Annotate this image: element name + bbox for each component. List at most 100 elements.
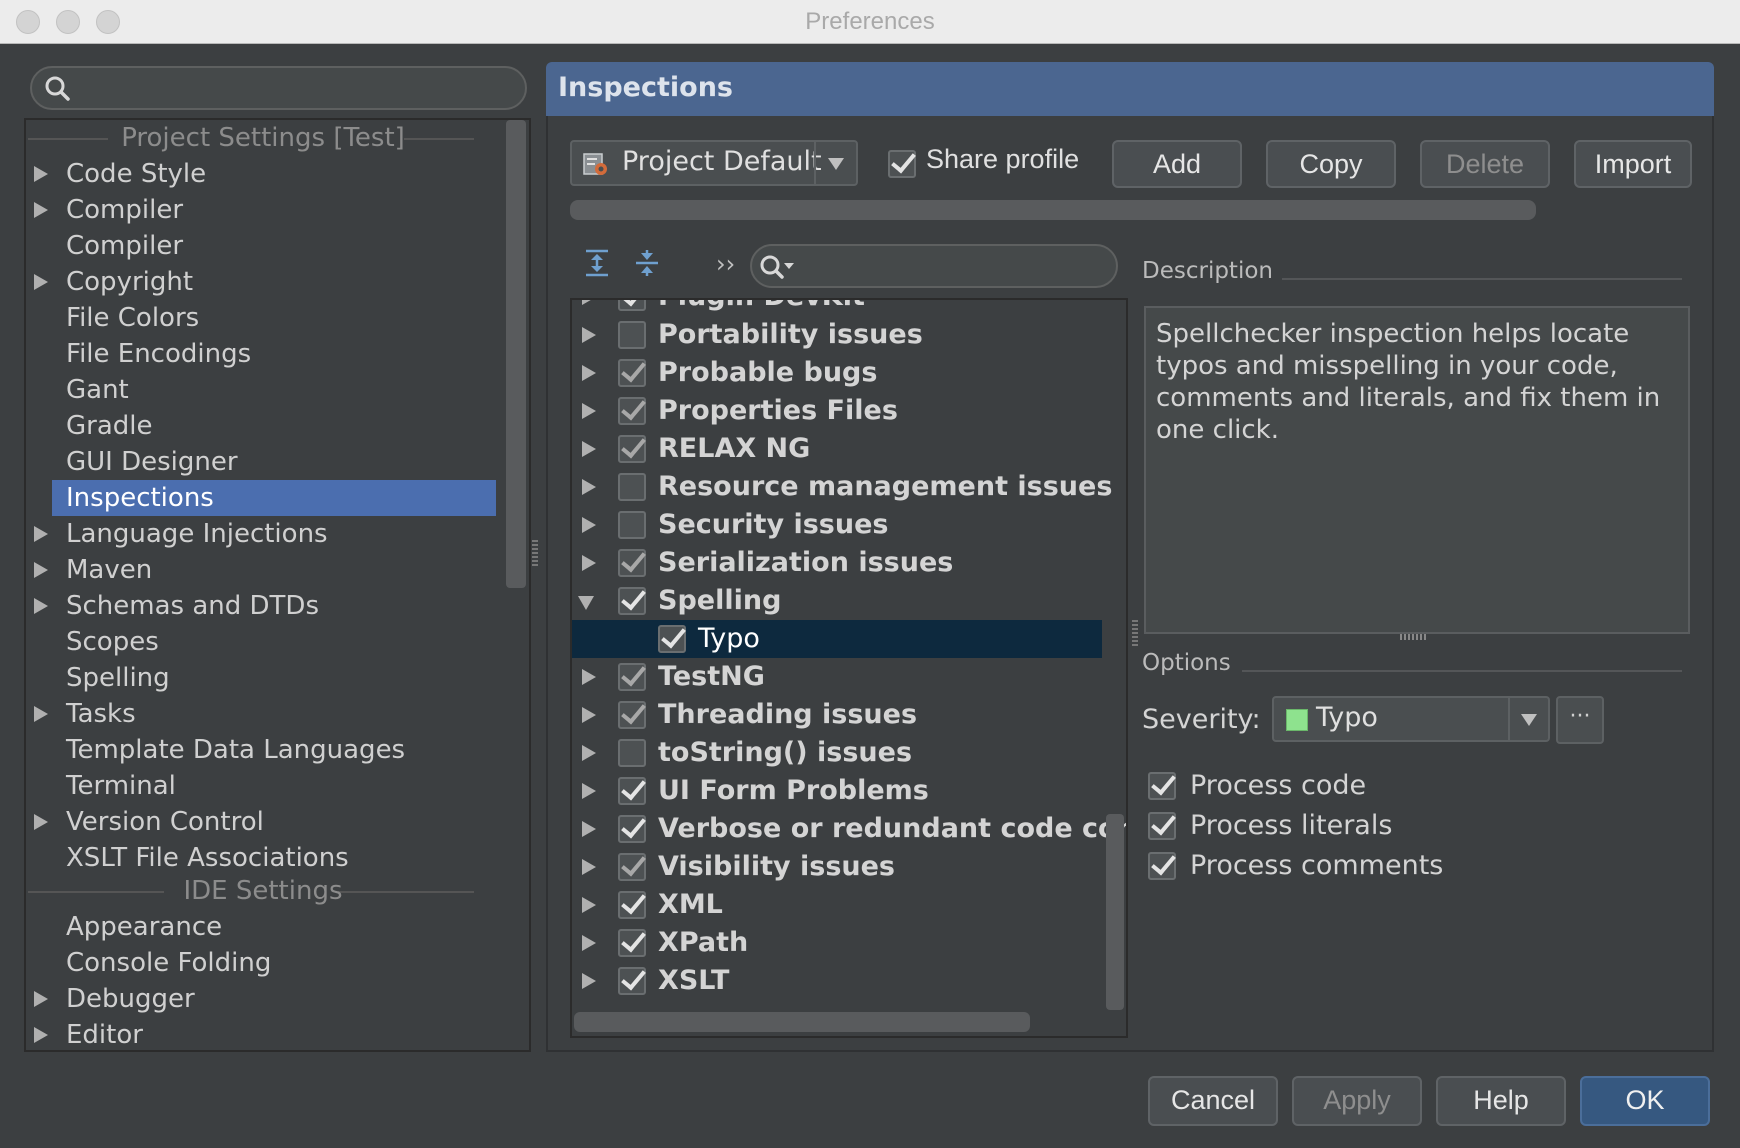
inspection-checkbox[interactable] — [618, 891, 646, 919]
expand-arrow-icon[interactable] — [34, 991, 48, 1007]
expand-arrow-icon[interactable] — [582, 973, 596, 989]
inspection-testng[interactable]: TestNG — [572, 658, 1102, 696]
add-profile-button[interactable]: Add — [1112, 140, 1242, 188]
settings-item-debugger[interactable]: Debugger — [26, 981, 496, 1017]
expand-arrow-icon[interactable] — [34, 1027, 48, 1043]
inspection-visibility-issues[interactable]: Visibility issues — [572, 848, 1102, 886]
expand-arrow-icon[interactable] — [582, 935, 596, 951]
settings-item-language-injections[interactable]: Language Injections — [26, 516, 496, 552]
copy-profile-button[interactable]: Copy — [1266, 140, 1396, 188]
middle-splitter-handle[interactable] — [1132, 620, 1138, 648]
expand-arrow-icon[interactable] — [582, 783, 596, 799]
expand-arrow-icon[interactable] — [582, 365, 596, 381]
settings-item-console-folding[interactable]: Console Folding — [26, 945, 496, 981]
settings-item-appearance[interactable]: Appearance — [26, 909, 496, 945]
chevron-down-icon[interactable] — [828, 158, 844, 170]
expand-arrow-icon[interactable] — [582, 441, 596, 457]
inspection-typo[interactable]: Typo — [572, 620, 1102, 658]
expand-arrow-icon[interactable] — [582, 821, 596, 837]
inspections-tree-hscrollbar[interactable] — [574, 1012, 1030, 1032]
inspection-properties-files[interactable]: Properties Files — [572, 392, 1102, 430]
chevron-down-icon[interactable] — [1521, 714, 1537, 726]
settings-item-maven[interactable]: Maven — [26, 552, 496, 588]
inspection-checkbox[interactable] — [618, 739, 646, 767]
more-actions-button[interactable]: ›› — [716, 250, 735, 278]
inspection-tostring-issues[interactable]: toString() issues — [572, 734, 1102, 772]
apply-button[interactable]: Apply — [1292, 1076, 1422, 1126]
collapse-all-icon[interactable] — [632, 248, 662, 278]
expand-arrow-icon[interactable] — [34, 598, 48, 614]
expand-arrow-icon[interactable] — [582, 897, 596, 913]
inspection-threading-issues[interactable]: Threading issues — [572, 696, 1102, 734]
expand-arrow-icon[interactable] — [34, 814, 48, 830]
inspection-checkbox[interactable] — [658, 625, 686, 653]
expand-arrow-icon[interactable] — [34, 202, 48, 218]
import-profile-button[interactable]: Import — [1574, 140, 1692, 188]
inspection-checkbox[interactable] — [618, 511, 646, 539]
settings-item-gradle[interactable]: Gradle — [26, 408, 496, 444]
cancel-button[interactable]: Cancel — [1148, 1076, 1278, 1126]
inspection-checkbox[interactable] — [618, 473, 646, 501]
expand-arrow-icon[interactable] — [582, 479, 596, 495]
settings-item-gui-designer[interactable]: GUI Designer — [26, 444, 496, 480]
inspection-checkbox[interactable] — [618, 435, 646, 463]
inspection-checkbox[interactable] — [618, 777, 646, 805]
inspection-plugin-devkit[interactable]: Plugin DevKit — [572, 300, 1102, 316]
help-button[interactable]: Help — [1436, 1076, 1566, 1126]
share-profile-label[interactable]: Share profile — [926, 144, 1079, 175]
delete-profile-button[interactable]: Delete — [1420, 140, 1550, 188]
inspection-checkbox[interactable] — [618, 967, 646, 995]
expand-arrow-icon[interactable] — [582, 300, 596, 305]
settings-item-compiler[interactable]: Compiler — [26, 228, 496, 264]
inspection-checkbox[interactable] — [618, 359, 646, 387]
inspection-serialization-issues[interactable]: Serialization issues — [572, 544, 1102, 582]
inspection-probable-bugs[interactable]: Probable bugs — [572, 354, 1102, 392]
expand-arrow-icon[interactable] — [582, 745, 596, 761]
edit-severities-button[interactable]: ··· — [1556, 696, 1604, 744]
inspection-security-issues[interactable]: Security issues — [572, 506, 1102, 544]
inspection-checkbox[interactable] — [618, 663, 646, 691]
settings-search-input[interactable] — [30, 66, 527, 110]
settings-item-spelling[interactable]: Spelling — [26, 660, 496, 696]
severity-combo[interactable]: Typo — [1272, 696, 1550, 742]
toolbar-scrollbar[interactable] — [570, 200, 1536, 220]
expand-all-icon[interactable] — [582, 248, 612, 278]
settings-item-schemas-and-dtds[interactable]: Schemas and DTDs — [26, 588, 496, 624]
expand-arrow-icon[interactable] — [34, 166, 48, 182]
profile-combo[interactable]: Project Default — [570, 140, 858, 186]
inspection-xpath[interactable]: XPath — [572, 924, 1102, 962]
collapse-arrow-icon[interactable] — [578, 596, 594, 610]
share-profile-checkbox[interactable] — [888, 150, 916, 178]
expand-arrow-icon[interactable] — [582, 517, 596, 533]
inspection-checkbox[interactable] — [618, 300, 646, 311]
expand-arrow-icon[interactable] — [582, 707, 596, 723]
inspection-xml[interactable]: XML — [572, 886, 1102, 924]
settings-item-code-style[interactable]: Code Style — [26, 156, 496, 192]
description-resize-handle[interactable] — [1400, 634, 1428, 640]
settings-item-xslt-file-associations[interactable]: XSLT File Associations — [26, 840, 496, 876]
inspection-checkbox[interactable] — [618, 321, 646, 349]
settings-item-template-data-languages[interactable]: Template Data Languages — [26, 732, 496, 768]
settings-item-terminal[interactable]: Terminal — [26, 768, 496, 804]
inspections-tree-vscrollbar[interactable] — [1106, 814, 1124, 1010]
inspection-resource-management-issues[interactable]: Resource management issues — [572, 468, 1112, 506]
option-checkbox[interactable] — [1148, 772, 1176, 800]
inspection-checkbox[interactable] — [618, 929, 646, 957]
settings-item-tasks[interactable]: Tasks — [26, 696, 496, 732]
ok-button[interactable]: OK — [1580, 1076, 1710, 1126]
expand-arrow-icon[interactable] — [34, 706, 48, 722]
settings-item-file-encodings[interactable]: File Encodings — [26, 336, 496, 372]
inspection-checkbox[interactable] — [618, 815, 646, 843]
inspection-checkbox[interactable] — [618, 587, 646, 615]
expand-arrow-icon[interactable] — [582, 859, 596, 875]
expand-arrow-icon[interactable] — [582, 669, 596, 685]
inspection-portability-issues[interactable]: Portability issues — [572, 316, 1102, 354]
expand-arrow-icon[interactable] — [34, 562, 48, 578]
settings-tree-scrollbar[interactable] — [506, 120, 526, 588]
settings-item-gant[interactable]: Gant — [26, 372, 496, 408]
inspection-search-input[interactable] — [750, 244, 1118, 288]
expand-arrow-icon[interactable] — [582, 403, 596, 419]
left-splitter-handle[interactable] — [532, 540, 538, 568]
inspection-checkbox[interactable] — [618, 397, 646, 425]
expand-arrow-icon[interactable] — [582, 327, 596, 343]
